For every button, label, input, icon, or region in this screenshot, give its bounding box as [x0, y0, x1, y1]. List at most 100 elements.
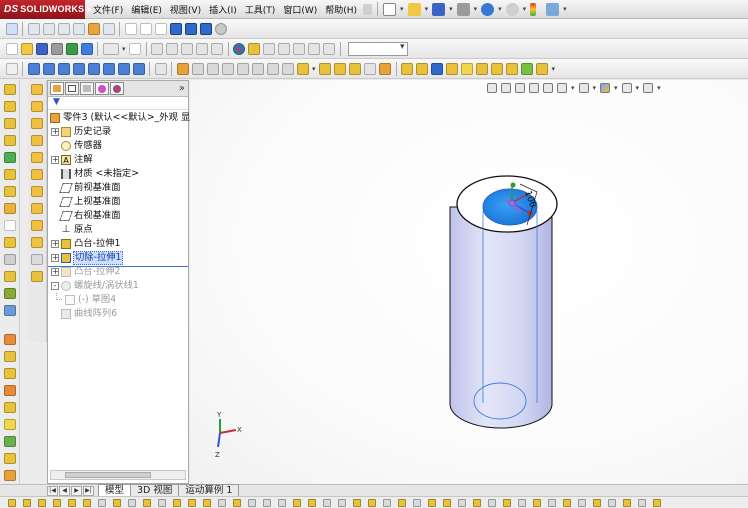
undercut-icon[interactable] [206, 62, 219, 75]
core-icon[interactable] [296, 62, 309, 75]
view-left-icon[interactable] [57, 62, 70, 75]
feature-icon-12[interactable] [31, 271, 43, 282]
menu-help[interactable]: 帮助(H) [321, 3, 361, 16]
camera-icon[interactable] [308, 42, 321, 55]
weldment-icon[interactable] [446, 62, 459, 75]
move-copy-icon[interactable] [3, 470, 16, 481]
interlock-icon[interactable] [364, 62, 377, 75]
split-icon[interactable] [3, 453, 16, 464]
view-orientation-icon[interactable] [543, 83, 553, 93]
save-icon[interactable] [35, 42, 48, 55]
chevron-down-icon[interactable]: ▾ [400, 5, 404, 13]
design-check-icon[interactable] [547, 498, 556, 507]
property-manager-tab-icon[interactable] [65, 82, 79, 95]
photoview-icon[interactable] [577, 498, 586, 507]
relation-tool-icon[interactable] [352, 498, 361, 507]
tooling-split-icon[interactable] [281, 62, 294, 75]
feature-icon-2[interactable] [31, 101, 43, 112]
sketch-tool-icon[interactable] [7, 498, 16, 507]
trim-tool-icon[interactable] [232, 498, 241, 507]
menu-edit[interactable]: 编辑(E) [127, 3, 166, 16]
extruded-boss-icon[interactable] [3, 84, 16, 95]
feature-icon-3[interactable] [31, 118, 43, 129]
text-tool-icon[interactable] [157, 498, 166, 507]
chevron-down-icon[interactable]: ▾ [312, 65, 316, 73]
expand-icon[interactable]: + [51, 156, 59, 164]
costing-icon[interactable] [532, 498, 541, 507]
shut-off-surface-icon[interactable] [236, 62, 249, 75]
normal-to-icon[interactable] [5, 62, 18, 75]
expand-icon[interactable]: + [51, 128, 59, 136]
configuration-manager-tab-icon[interactable] [80, 82, 94, 95]
feature-icon-4[interactable] [31, 135, 43, 146]
expand-icon[interactable]: + [51, 254, 59, 262]
quick-snap-icon[interactable] [397, 498, 406, 507]
expand-icon[interactable]: + [51, 268, 59, 276]
zoom-to-fit-icon[interactable] [487, 83, 497, 93]
realview-icon[interactable] [278, 42, 291, 55]
offset-tool-icon[interactable] [202, 498, 211, 507]
pattern-tool-icon[interactable] [277, 498, 286, 507]
rectangle-tool-icon[interactable] [37, 498, 46, 507]
cavity-icon[interactable] [334, 62, 347, 75]
motion-icon[interactable] [592, 498, 601, 507]
feature-icon-11[interactable] [31, 254, 43, 265]
zoom-to-fit-icon[interactable] [27, 22, 40, 35]
chevron-down-icon[interactable]: ▾ [614, 84, 618, 92]
shell-icon[interactable] [3, 368, 16, 379]
filter-icon[interactable]: ▼ [48, 97, 188, 110]
sketch-picture-icon[interactable] [442, 498, 451, 507]
draft-analysis-icon[interactable] [191, 62, 204, 75]
menu-insert[interactable]: 插入(I) [205, 3, 241, 16]
view-top-icon[interactable] [87, 62, 100, 75]
scene-icon[interactable] [293, 42, 306, 55]
helix-left-icon[interactable] [3, 288, 16, 299]
simulation-icon[interactable] [517, 498, 526, 507]
view-right-icon[interactable] [72, 62, 85, 75]
block-tool-icon[interactable] [427, 498, 436, 507]
fillet-icon[interactable] [506, 62, 519, 75]
view-isometric-icon[interactable] [117, 62, 130, 75]
dimxpert-icon[interactable] [487, 498, 496, 507]
properties-icon[interactable] [65, 42, 78, 55]
next-tab-icon[interactable]: ▶ [71, 486, 82, 496]
dimension-tool-icon[interactable] [367, 498, 376, 507]
spline-tool-icon[interactable] [82, 498, 91, 507]
view-trimetric-icon[interactable] [132, 62, 145, 75]
feature-icon-1[interactable] [31, 84, 43, 95]
scale-icon[interactable] [349, 62, 362, 75]
expand-icon[interactable]: + [51, 240, 59, 248]
scrollbar-thumb[interactable] [65, 472, 151, 478]
combine-icon[interactable] [3, 436, 16, 447]
settings-icon[interactable] [637, 498, 646, 507]
hidden-lines-removed-icon[interactable] [154, 22, 167, 35]
previous-view-icon[interactable] [515, 83, 525, 93]
shaded-with-edges-icon[interactable] [169, 22, 182, 35]
revolved-boss-icon[interactable] [3, 101, 16, 112]
extend-tool-icon[interactable] [247, 498, 256, 507]
sketch-tools-icon[interactable] [401, 62, 414, 75]
prev-tab-icon[interactable]: ◀ [59, 486, 70, 496]
tab-model[interactable]: 模型 [98, 484, 132, 496]
chevron-down-icon[interactable]: ▾ [636, 84, 640, 92]
rotate-tool-icon[interactable] [307, 498, 316, 507]
mirror-tool-icon[interactable] [262, 498, 271, 507]
solidworks-logo[interactable]: DS SOLIDWORKS ▸ [0, 0, 92, 19]
dimxpert-manager-tab-icon[interactable] [95, 82, 109, 95]
pan-icon[interactable] [87, 22, 100, 35]
chevron-down-icon[interactable]: ▾ [449, 5, 453, 13]
cylinder-body[interactable] [449, 175, 558, 429]
chevron-down-icon[interactable]: ▾ [571, 84, 575, 92]
extruded-cut-icon[interactable] [3, 169, 16, 180]
chevron-down-icon[interactable]: ▾ [563, 5, 567, 13]
mass-properties-icon[interactable] [248, 42, 261, 55]
new-icon[interactable] [5, 42, 18, 55]
draft-icon[interactable] [3, 351, 16, 362]
hidden-lines-visible-icon[interactable] [139, 22, 152, 35]
model-view[interactable]: 100 Y X Z [190, 80, 748, 484]
menu-file[interactable]: 文件(F) [89, 3, 127, 16]
roll-view-icon[interactable] [102, 22, 115, 35]
toolbox-icon[interactable] [562, 498, 571, 507]
routing-icon[interactable] [607, 498, 616, 507]
polygon-tool-icon[interactable] [97, 498, 106, 507]
